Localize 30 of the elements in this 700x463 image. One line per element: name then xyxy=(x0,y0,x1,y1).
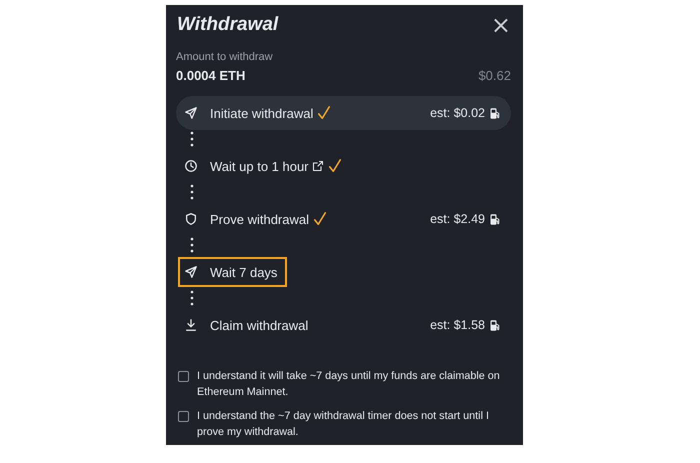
checkbox-label: I understand it will take ~7 days until my funds are claimable on Ethereum Mainnet. xyxy=(197,369,501,400)
step-label: Initiate withdrawal xyxy=(210,106,314,120)
fee-estimate: est: $0.02 xyxy=(430,106,485,120)
step-label: Wait 7 days xyxy=(210,264,278,280)
external-link-icon[interactable] xyxy=(312,160,324,172)
checkbox[interactable] xyxy=(178,371,189,382)
dotted-connector-icon xyxy=(190,184,194,202)
amount-label: Amount to withdraw xyxy=(176,51,274,63)
checkbox-label: I understand the ~7 day withdrawal timer does not start until I prove my withdrawal. xyxy=(197,409,490,440)
paper-plane-icon xyxy=(184,106,198,120)
shield-icon xyxy=(184,212,198,226)
dotted-connector-icon xyxy=(190,236,194,254)
fuel-pump-icon xyxy=(489,106,501,120)
clock-icon xyxy=(184,159,198,173)
fee-estimate: est: $1.58 xyxy=(430,318,485,332)
fuel-pump-icon xyxy=(489,212,501,226)
step-label: Claim withdrawal xyxy=(210,318,308,332)
download-icon xyxy=(184,318,198,332)
fee-estimate: est: $2.49 xyxy=(430,212,485,226)
checkbox[interactable] xyxy=(178,411,189,422)
fiat-value: $0.62 xyxy=(478,68,511,83)
step-label: Wait up to 1 hour xyxy=(210,158,309,174)
dotted-connector-icon xyxy=(190,290,194,308)
paper-plane-icon xyxy=(184,265,198,279)
dialog-title: Withdrawal xyxy=(176,14,278,36)
amount-value: 0.0004 ETH xyxy=(176,68,246,83)
dotted-connector-icon xyxy=(190,130,194,148)
step-label: Prove withdrawal xyxy=(210,212,309,226)
fuel-pump-icon xyxy=(489,318,501,332)
close-button[interactable]: × xyxy=(490,13,511,37)
